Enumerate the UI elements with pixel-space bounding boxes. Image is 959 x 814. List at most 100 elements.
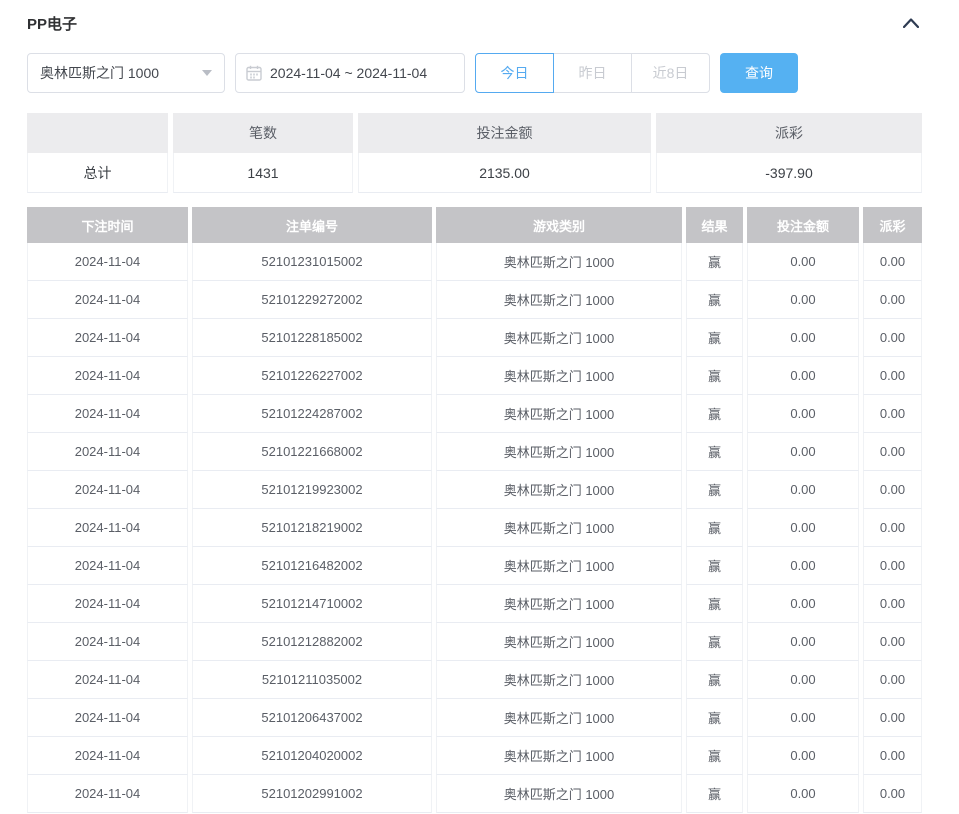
table-cell: 赢: [686, 775, 743, 813]
summary-total-label: 总计: [27, 153, 168, 193]
header-payout: 派彩: [863, 207, 922, 243]
last-8-days-button[interactable]: 近8日: [631, 53, 710, 93]
table-cell: 52101219923002: [192, 471, 432, 509]
table-cell: 赢: [686, 395, 743, 433]
bet-table-header-row: 下注时间 注单编号 游戏类别 结果 投注金额 派彩: [27, 207, 922, 243]
table-cell: 0.00: [747, 243, 859, 281]
table-cell: 2024-11-04: [27, 395, 188, 433]
table-cell: 0.00: [747, 509, 859, 547]
table-row: 2024-11-0452101202991002奥林匹斯之门 1000赢0.00…: [27, 775, 922, 813]
table-row: 2024-11-0452101214710002奥林匹斯之门 1000赢0.00…: [27, 585, 922, 623]
table-cell: 0.00: [747, 395, 859, 433]
table-cell: 0.00: [863, 699, 922, 737]
table-cell: 赢: [686, 471, 743, 509]
table-cell: 0.00: [747, 357, 859, 395]
table-cell: 赢: [686, 661, 743, 699]
caret-down-icon: [202, 70, 212, 76]
table-row: 2024-11-0452101206437002奥林匹斯之门 1000赢0.00…: [27, 699, 922, 737]
search-button[interactable]: 查询: [720, 53, 798, 93]
table-cell: 52101226227002: [192, 357, 432, 395]
table-cell: 赢: [686, 547, 743, 585]
table-cell: 2024-11-04: [27, 281, 188, 319]
table-cell: 奥林匹斯之门 1000: [436, 319, 682, 357]
table-cell: 52101206437002: [192, 699, 432, 737]
table-cell: 2024-11-04: [27, 623, 188, 661]
table-cell: 奥林匹斯之门 1000: [436, 433, 682, 471]
table-cell: 赢: [686, 281, 743, 319]
table-cell: 0.00: [863, 471, 922, 509]
table-cell: 52101214710002: [192, 585, 432, 623]
today-button[interactable]: 今日: [475, 53, 554, 93]
table-cell: 52101204020002: [192, 737, 432, 775]
header-game-category: 游戏类别: [436, 207, 682, 243]
collapse-button[interactable]: [900, 12, 922, 34]
table-cell: 2024-11-04: [27, 547, 188, 585]
table-cell: 0.00: [747, 471, 859, 509]
date-range-picker[interactable]: 2024-11-04 ~ 2024-11-04: [235, 53, 465, 93]
table-cell: 52101202991002: [192, 775, 432, 813]
table-cell: 0.00: [747, 699, 859, 737]
table-cell: 奥林匹斯之门 1000: [436, 737, 682, 775]
yesterday-button[interactable]: 昨日: [553, 53, 632, 93]
table-cell: 0.00: [863, 433, 922, 471]
table-cell: 赢: [686, 699, 743, 737]
table-row: 2024-11-0452101229272002奥林匹斯之门 1000赢0.00…: [27, 281, 922, 319]
table-cell: 52101228185002: [192, 319, 432, 357]
page-title: PP电子: [27, 13, 77, 34]
table-cell: 0.00: [863, 775, 922, 813]
table-cell: 0.00: [747, 281, 859, 319]
summary-count-value: 1431: [173, 153, 353, 193]
table-row: 2024-11-0452101228185002奥林匹斯之门 1000赢0.00…: [27, 319, 922, 357]
table-cell: 0.00: [863, 661, 922, 699]
table-cell: 0.00: [747, 775, 859, 813]
header-result: 结果: [686, 207, 743, 243]
table-cell: 0.00: [863, 319, 922, 357]
table-cell: 赢: [686, 357, 743, 395]
table-cell: 2024-11-04: [27, 699, 188, 737]
table-row: 2024-11-0452101224287002奥林匹斯之门 1000赢0.00…: [27, 395, 922, 433]
table-row: 2024-11-0452101221668002奥林匹斯之门 1000赢0.00…: [27, 433, 922, 471]
table-cell: 0.00: [747, 661, 859, 699]
table-cell: 0.00: [747, 319, 859, 357]
pp-electronics-panel: PP电子 奥林匹斯之门 1000 2024-11-04: [0, 0, 922, 813]
filter-bar: 奥林匹斯之门 1000 2024-11-04 ~ 2024-11-04 今日 昨…: [27, 53, 922, 93]
table-cell: 52101224287002: [192, 395, 432, 433]
table-cell: 52101216482002: [192, 547, 432, 585]
table-cell: 赢: [686, 509, 743, 547]
table-cell: 0.00: [863, 737, 922, 775]
game-select[interactable]: 奥林匹斯之门 1000: [27, 53, 225, 93]
table-cell: 0.00: [747, 737, 859, 775]
table-cell: 2024-11-04: [27, 775, 188, 813]
table-cell: 2024-11-04: [27, 471, 188, 509]
table-cell: 0.00: [863, 243, 922, 281]
table-cell: 奥林匹斯之门 1000: [436, 281, 682, 319]
table-cell: 奥林匹斯之门 1000: [436, 471, 682, 509]
panel-header: PP电子: [27, 12, 922, 34]
summary-header-empty: [27, 113, 168, 153]
table-cell: 0.00: [747, 547, 859, 585]
table-cell: 0.00: [863, 395, 922, 433]
table-cell: 2024-11-04: [27, 509, 188, 547]
table-cell: 0.00: [747, 585, 859, 623]
table-cell: 2024-11-04: [27, 433, 188, 471]
table-cell: 0.00: [747, 623, 859, 661]
table-cell: 2024-11-04: [27, 319, 188, 357]
summary-header-payout: 派彩: [656, 113, 922, 153]
table-cell: 奥林匹斯之门 1000: [436, 395, 682, 433]
table-row: 2024-11-0452101216482002奥林匹斯之门 1000赢0.00…: [27, 547, 922, 585]
table-cell: 奥林匹斯之门 1000: [436, 509, 682, 547]
table-cell: 52101218219002: [192, 509, 432, 547]
header-bet-time: 下注时间: [27, 207, 188, 243]
table-cell: 0.00: [863, 509, 922, 547]
table-cell: 52101211035002: [192, 661, 432, 699]
table-cell: 赢: [686, 737, 743, 775]
table-cell: 奥林匹斯之门 1000: [436, 699, 682, 737]
table-cell: 0.00: [863, 623, 922, 661]
table-cell: 0.00: [863, 357, 922, 395]
table-cell: 赢: [686, 585, 743, 623]
table-row: 2024-11-0452101226227002奥林匹斯之门 1000赢0.00…: [27, 357, 922, 395]
date-range-value: 2024-11-04 ~ 2024-11-04: [270, 65, 427, 81]
summary-header-bet-amount: 投注金额: [358, 113, 651, 153]
table-cell: 奥林匹斯之门 1000: [436, 357, 682, 395]
table-cell: 奥林匹斯之门 1000: [436, 243, 682, 281]
